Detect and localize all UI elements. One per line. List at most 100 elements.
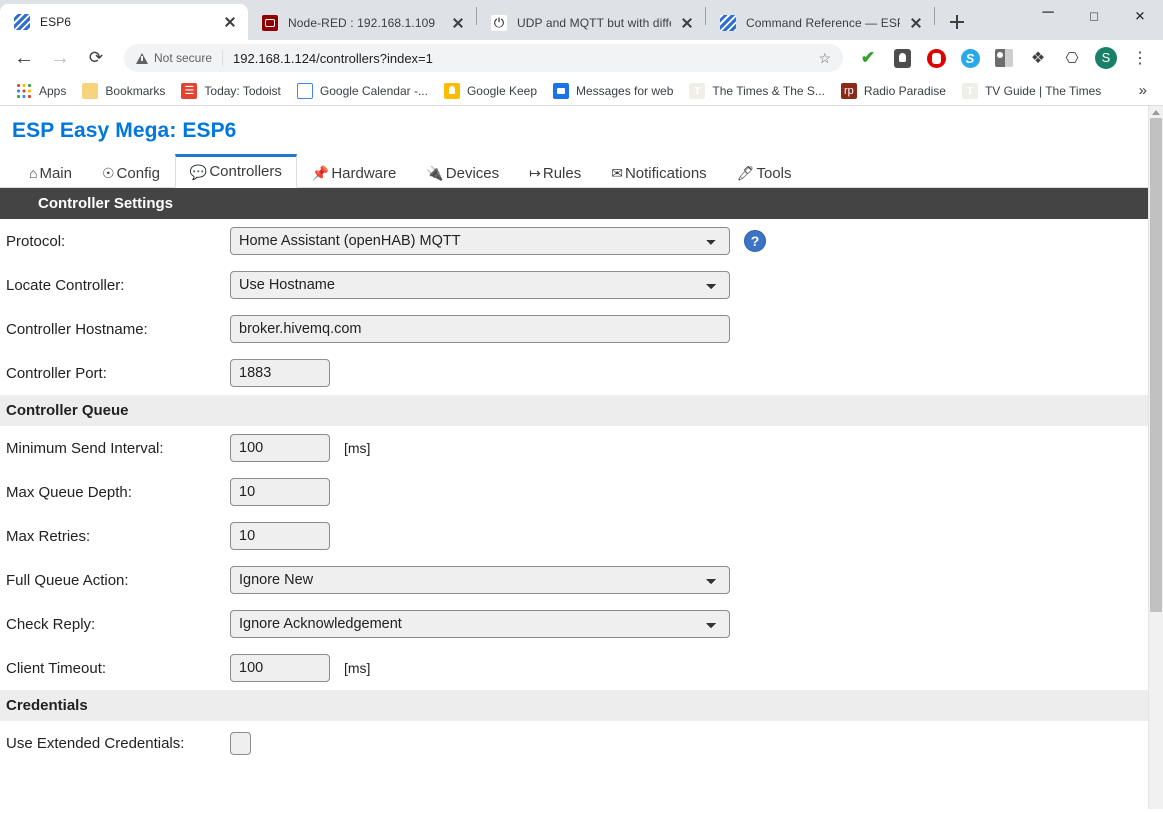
row-client-timeout: Client Timeout: [ms] [0,646,1148,690]
avatar-letter: S [1095,47,1117,69]
page-scrollbar[interactable] [1148,106,1163,809]
tab-rules[interactable]: ↦ Rules [514,157,596,188]
close-window-button[interactable]: ✕ [1117,0,1163,32]
forward-button[interactable]: → [46,44,74,72]
tab-notifications[interactable]: ✉ Notifications [596,157,721,188]
bookmark-the-times[interactable]: T The Times & The S... [681,79,833,103]
tab-label: Tools [756,164,792,182]
full-queue-action-select[interactable]: Ignore New [230,566,730,594]
person-glyph [995,49,1013,67]
node-red-icon [262,15,278,31]
close-icon[interactable] [906,13,926,33]
minimize-button[interactable]: ─ [1025,0,1071,32]
client-timeout-input[interactable] [230,654,330,682]
bookmark-messages-for-web[interactable]: Messages for web [545,79,681,103]
row-protocol: Protocol: Home Assistant (openHAB) MQTT … [0,219,1148,263]
minimum-send-interval-input[interactable] [230,434,330,462]
tab-main[interactable]: ⌂ Main [14,157,87,188]
warning-triangle-icon [136,52,148,64]
tab-title: ESP6 [40,15,72,29]
row-max-retries: Max Retries: [0,514,1148,558]
bookmarks-overflow-button[interactable]: » [1131,82,1155,99]
main-navigation-tabs: ⌂ Main ☉ Config 💬 Controllers 📌 Hardware… [0,154,1148,188]
protocol-select[interactable]: Home Assistant (openHAB) MQTT [230,227,730,255]
scrollbar-thumb[interactable] [1150,118,1162,612]
minimize-icon: ─ [1042,4,1054,21]
person-image-icon[interactable] [990,44,1018,72]
row-check-reply: Check Reply: Ignore Acknowledgement [0,602,1148,646]
profile-avatar[interactable]: S [1092,44,1120,72]
chrome-menu-icon[interactable]: ⋮ [1126,44,1154,72]
use-extended-credentials-checkbox[interactable] [230,731,251,755]
close-icon[interactable] [677,13,697,33]
bookmark-star-icon[interactable]: ☆ [818,50,831,67]
skype-glyph: S [960,48,980,68]
browser-tab-udp-mqtt[interactable]: ⏻ UDP and MQTT but with differen [477,6,705,40]
speech-bubble-icon: 💬 [189,164,208,180]
controller-hostname-input[interactable] [230,315,730,343]
bookmark-tv-guide[interactable]: T TV Guide | The Times [954,79,1109,103]
tab-label: Rules [542,164,582,182]
reload-button[interactable]: ⟳ [82,44,110,72]
maximize-button[interactable]: □ [1071,0,1117,32]
browser-tab-esp6[interactable]: ESP6 [0,4,248,40]
url-text[interactable]: 192.168.1.124/controllers?index=1 [233,51,433,66]
max-queue-depth-label: Max Queue Depth: [6,483,132,501]
skype-icon[interactable]: S [956,44,984,72]
row-max-queue-depth: Max Queue Depth: [0,470,1148,514]
back-button[interactable]: ← [10,44,38,72]
max-retries-label: Max Retries: [6,527,91,545]
locate-controller-select[interactable]: Use Hostname [230,271,730,299]
lightbulb-icon[interactable] [888,44,916,72]
bookmark-label: The Times & The S... [712,83,825,98]
new-tab-button[interactable] [943,8,971,36]
adblock-icon[interactable] [922,44,950,72]
close-icon[interactable] [448,13,468,33]
reload-icon: ⟳ [88,48,104,67]
extensions-puzzle-icon[interactable]: ❖ [1024,44,1052,72]
tab-devices[interactable]: 🔌 Devices [411,157,514,188]
bookmark-google-keep[interactable]: Google Keep [436,79,545,103]
browser-tab-node-red[interactable]: Node-RED : 192.168.1.109 [248,6,476,40]
tab-controllers[interactable]: 💬 Controllers [174,154,297,188]
bookmark-todoist[interactable]: ☰ Today: Todoist [173,79,289,103]
help-icon[interactable]: ? [744,230,766,252]
omnibox-divider [222,50,224,66]
bookmark-label: Today: Todoist [204,83,281,98]
todoist-icon: ☰ [181,82,198,99]
window-controls: ─ □ ✕ [1025,0,1163,32]
not-secure-label: Not secure [154,51,213,65]
max-queue-depth-input[interactable] [230,478,330,506]
client-timeout-unit: [ms] [344,660,371,676]
bookmark-radio-paradise[interactable]: rp Radio Paradise [833,79,954,103]
check-reply-select[interactable]: Ignore Acknowledgement [230,610,730,638]
address-bar[interactable]: Not secure 192.168.1.124/controllers?ind… [124,44,843,72]
bookmark-apps[interactable]: Apps [8,79,74,103]
checkmark-icon[interactable]: ✔ [854,44,882,72]
tab-title: Command Reference — ESP Eas [746,16,900,30]
tab-label: Main [39,164,72,182]
close-icon[interactable] [220,12,240,32]
bookmark-label: Bookmarks [105,83,166,98]
row-minimum-send-interval: Minimum Send Interval: [ms] [0,426,1148,470]
radio-paradise-icon: rp [840,82,857,99]
the-times-icon: T [961,82,978,99]
controller-port-input[interactable] [230,359,330,387]
bookmark-google-calendar[interactable]: 24 Google Calendar -... [289,79,436,103]
bookmark-label: Google Keep [466,83,538,98]
row-controller-port: Controller Port: [0,351,1148,395]
max-retries-input[interactable] [230,522,330,550]
bookmark-bookmarks-folder[interactable]: Bookmarks [74,79,173,103]
apps-grid-icon [16,82,32,99]
cast-icon[interactable]: ⎔ [1058,44,1086,72]
tab-config[interactable]: ☉ Config [87,157,175,188]
tab-tools[interactable]: 🖊 Tools [722,157,807,188]
browser-tab-command-reference[interactable]: Command Reference — ESP Eas [706,6,934,40]
protocol-label: Protocol: [6,232,66,250]
scroll-up-arrow-icon[interactable] [1149,106,1163,118]
google-calendar-icon: 24 [296,82,313,99]
not-secure-indicator[interactable]: Not secure [136,51,212,65]
bookmarks-bar: Apps Bookmarks ☰ Today: Todoist 24 Googl… [0,76,1163,106]
tab-hardware[interactable]: 📌 Hardware [297,157,411,188]
folder-icon [82,82,99,99]
